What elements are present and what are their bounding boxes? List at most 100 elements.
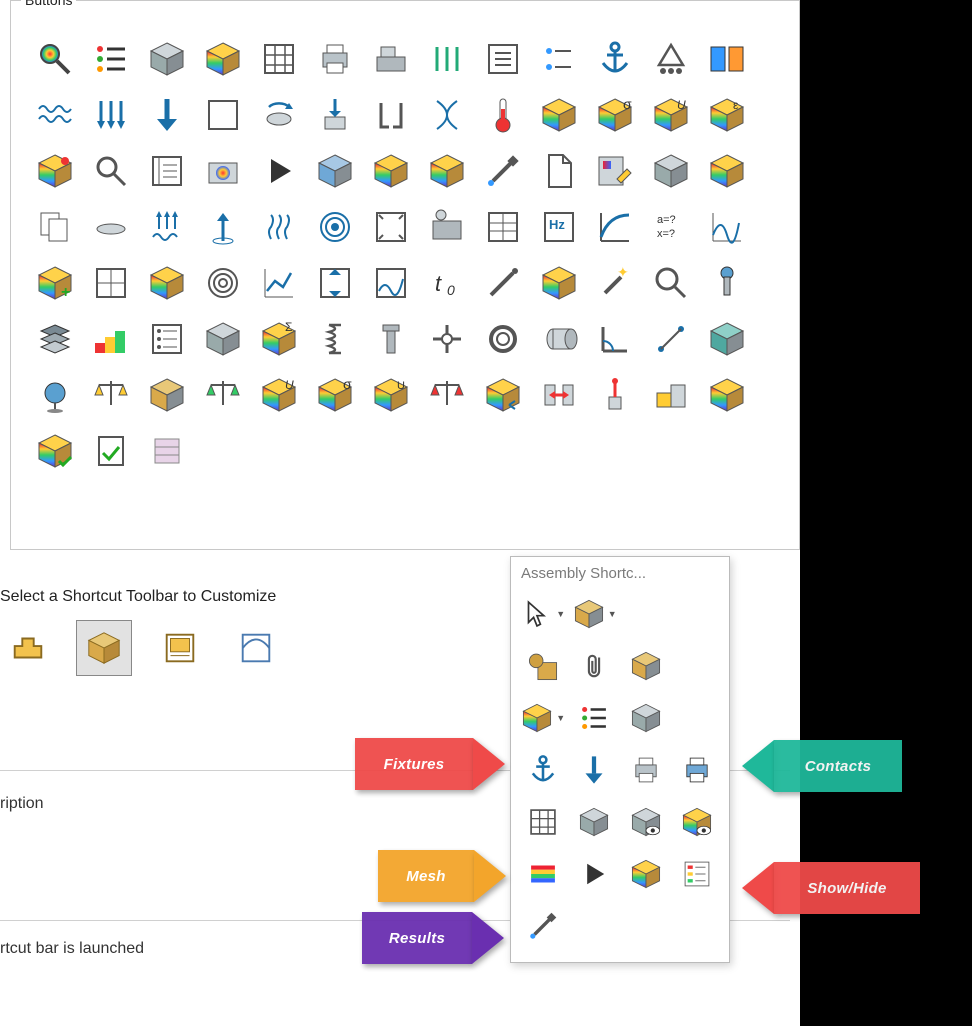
rainbow-flag-icon[interactable] xyxy=(519,850,567,898)
notebook-icon[interactable] xyxy=(143,147,191,195)
stack-small-icon[interactable] xyxy=(571,798,619,846)
dna-icon[interactable] xyxy=(423,91,471,139)
cube-rainbow-icon[interactable] xyxy=(367,147,415,195)
list-color-icon[interactable] xyxy=(674,850,722,898)
cube-rainbow2-icon[interactable] xyxy=(423,147,471,195)
machine2-icon[interactable] xyxy=(423,203,471,251)
flat-icon[interactable] xyxy=(87,203,135,251)
mesh-grid-icon[interactable] xyxy=(255,35,303,83)
list-dots-icon[interactable] xyxy=(571,694,619,742)
sigma2-icon[interactable]: σ xyxy=(311,371,359,419)
updown-icon[interactable] xyxy=(311,259,359,307)
magic-icon[interactable]: ✦ xyxy=(591,259,639,307)
cube-blue-icon[interactable] xyxy=(311,147,359,195)
cube-rainbow3-icon[interactable] xyxy=(703,371,751,419)
box-plus-icon[interactable]: + xyxy=(31,259,79,307)
cube-edit-icon[interactable] xyxy=(622,642,670,690)
angle-icon[interactable] xyxy=(591,315,639,363)
t0-icon[interactable]: t0 xyxy=(423,259,471,307)
eye-box-icon[interactable]: > xyxy=(622,798,670,846)
box-rainbow2-icon[interactable] xyxy=(535,91,583,139)
sigma-icon[interactable]: σ xyxy=(591,91,639,139)
rainbow-step-icon[interactable] xyxy=(87,315,135,363)
eyedropper-small-icon[interactable] xyxy=(519,902,567,950)
panel-icon[interactable] xyxy=(703,35,751,83)
drawing-context-icon[interactable] xyxy=(152,620,208,676)
paperclip-icon[interactable] xyxy=(571,642,619,690)
clamp-icon[interactable] xyxy=(367,91,415,139)
cube-move-icon[interactable]: ▼ xyxy=(571,590,619,638)
target-icon[interactable] xyxy=(199,259,247,307)
cube-rainbow4-icon[interactable] xyxy=(622,850,670,898)
graph-icon[interactable] xyxy=(703,203,751,251)
edit-panel-icon[interactable] xyxy=(591,147,639,195)
file-icon[interactable] xyxy=(535,147,583,195)
printer2-small-icon[interactable] xyxy=(674,746,722,794)
vars-icon[interactable]: a=?x=? xyxy=(647,203,695,251)
boxes-icon[interactable] xyxy=(199,315,247,363)
cylinder-icon[interactable] xyxy=(535,315,583,363)
cube-check-icon[interactable] xyxy=(31,427,79,475)
eyedropper-icon[interactable] xyxy=(479,147,527,195)
printer-small-icon[interactable] xyxy=(622,746,670,794)
globe-icon[interactable] xyxy=(31,371,79,419)
chart-icon[interactable] xyxy=(255,259,303,307)
anchor-small-icon[interactable] xyxy=(519,746,567,794)
cube-teal-icon[interactable] xyxy=(703,315,751,363)
merge-icon[interactable] xyxy=(535,371,583,419)
arrow-down-bold-icon[interactable] xyxy=(143,91,191,139)
grid2-icon[interactable] xyxy=(87,259,135,307)
box-rainbow-icon[interactable] xyxy=(199,35,247,83)
anchor-icon[interactable] xyxy=(591,35,639,83)
hz-icon[interactable]: Hz xyxy=(535,203,583,251)
sheet-icon[interactable] xyxy=(143,427,191,475)
expand-icon[interactable] xyxy=(367,203,415,251)
search-icon[interactable] xyxy=(87,147,135,195)
check-doc-icon[interactable] xyxy=(87,427,135,475)
box-plain-icon[interactable] xyxy=(143,35,191,83)
support-icon[interactable] xyxy=(647,35,695,83)
copy-icon[interactable] xyxy=(31,203,79,251)
stack-icon[interactable] xyxy=(647,147,695,195)
box-color-icon[interactable] xyxy=(535,259,583,307)
mesh-small-icon[interactable] xyxy=(519,798,567,846)
curve-icon[interactable] xyxy=(591,203,639,251)
scale3-icon[interactable] xyxy=(423,371,471,419)
ring-icon[interactable] xyxy=(479,315,527,363)
stack-color-icon[interactable] xyxy=(703,147,751,195)
box-spot-icon[interactable] xyxy=(31,147,79,195)
dots-icon[interactable] xyxy=(535,35,583,83)
list-icon[interactable] xyxy=(87,35,135,83)
zoom-icon[interactable] xyxy=(647,259,695,307)
machine-icon[interactable] xyxy=(367,35,415,83)
layers-icon[interactable] xyxy=(31,315,79,363)
cursor-icon[interactable]: ▼ xyxy=(519,590,567,638)
assembly-context-icon[interactable] xyxy=(76,620,132,676)
thermometer-icon[interactable] xyxy=(479,91,527,139)
scale-icon[interactable] xyxy=(87,371,135,419)
bars-icon[interactable] xyxy=(423,35,471,83)
box-u-icon[interactable]: U xyxy=(647,91,695,139)
rotate-icon[interactable] xyxy=(255,91,303,139)
wand-icon[interactable] xyxy=(479,259,527,307)
square-icon[interactable] xyxy=(199,91,247,139)
cube-rainbow-small-icon[interactable]: ▼ xyxy=(519,694,567,742)
cube-gold-icon[interactable] xyxy=(143,371,191,419)
arrow-up-icon[interactable] xyxy=(199,203,247,251)
tree-icon[interactable] xyxy=(143,315,191,363)
arrows-down-icon[interactable] xyxy=(87,91,135,139)
line-icon[interactable] xyxy=(647,315,695,363)
spring-icon[interactable] xyxy=(311,315,359,363)
flow-icon[interactable] xyxy=(367,259,415,307)
play-small-icon[interactable] xyxy=(571,850,619,898)
table-icon[interactable] xyxy=(479,203,527,251)
box-e-icon[interactable]: ε xyxy=(703,91,751,139)
box-rainbow-u-icon[interactable]: U xyxy=(367,371,415,419)
arrow-down-small-icon[interactable] xyxy=(571,746,619,794)
clamp2-icon[interactable] xyxy=(591,371,639,419)
box-u2-icon[interactable]: U xyxy=(255,371,303,419)
part-context-icon[interactable] xyxy=(0,620,56,676)
waves-up-icon[interactable] xyxy=(143,203,191,251)
block-icon[interactable] xyxy=(647,371,695,419)
play-icon[interactable] xyxy=(255,147,303,195)
